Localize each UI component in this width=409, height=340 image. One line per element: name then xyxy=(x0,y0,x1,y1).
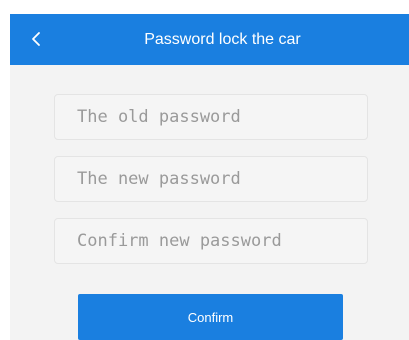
new-password-input[interactable] xyxy=(54,156,368,202)
confirm-password-input[interactable] xyxy=(54,218,368,264)
screen: Password lock the car Confirm xyxy=(0,0,409,340)
page-title: Password lock the car xyxy=(144,30,301,48)
old-password-input[interactable] xyxy=(54,94,368,140)
status-strip xyxy=(0,0,409,14)
confirm-button[interactable]: Confirm xyxy=(78,294,343,340)
app-header: Password lock the car xyxy=(10,14,409,65)
password-form: Confirm xyxy=(10,65,409,340)
